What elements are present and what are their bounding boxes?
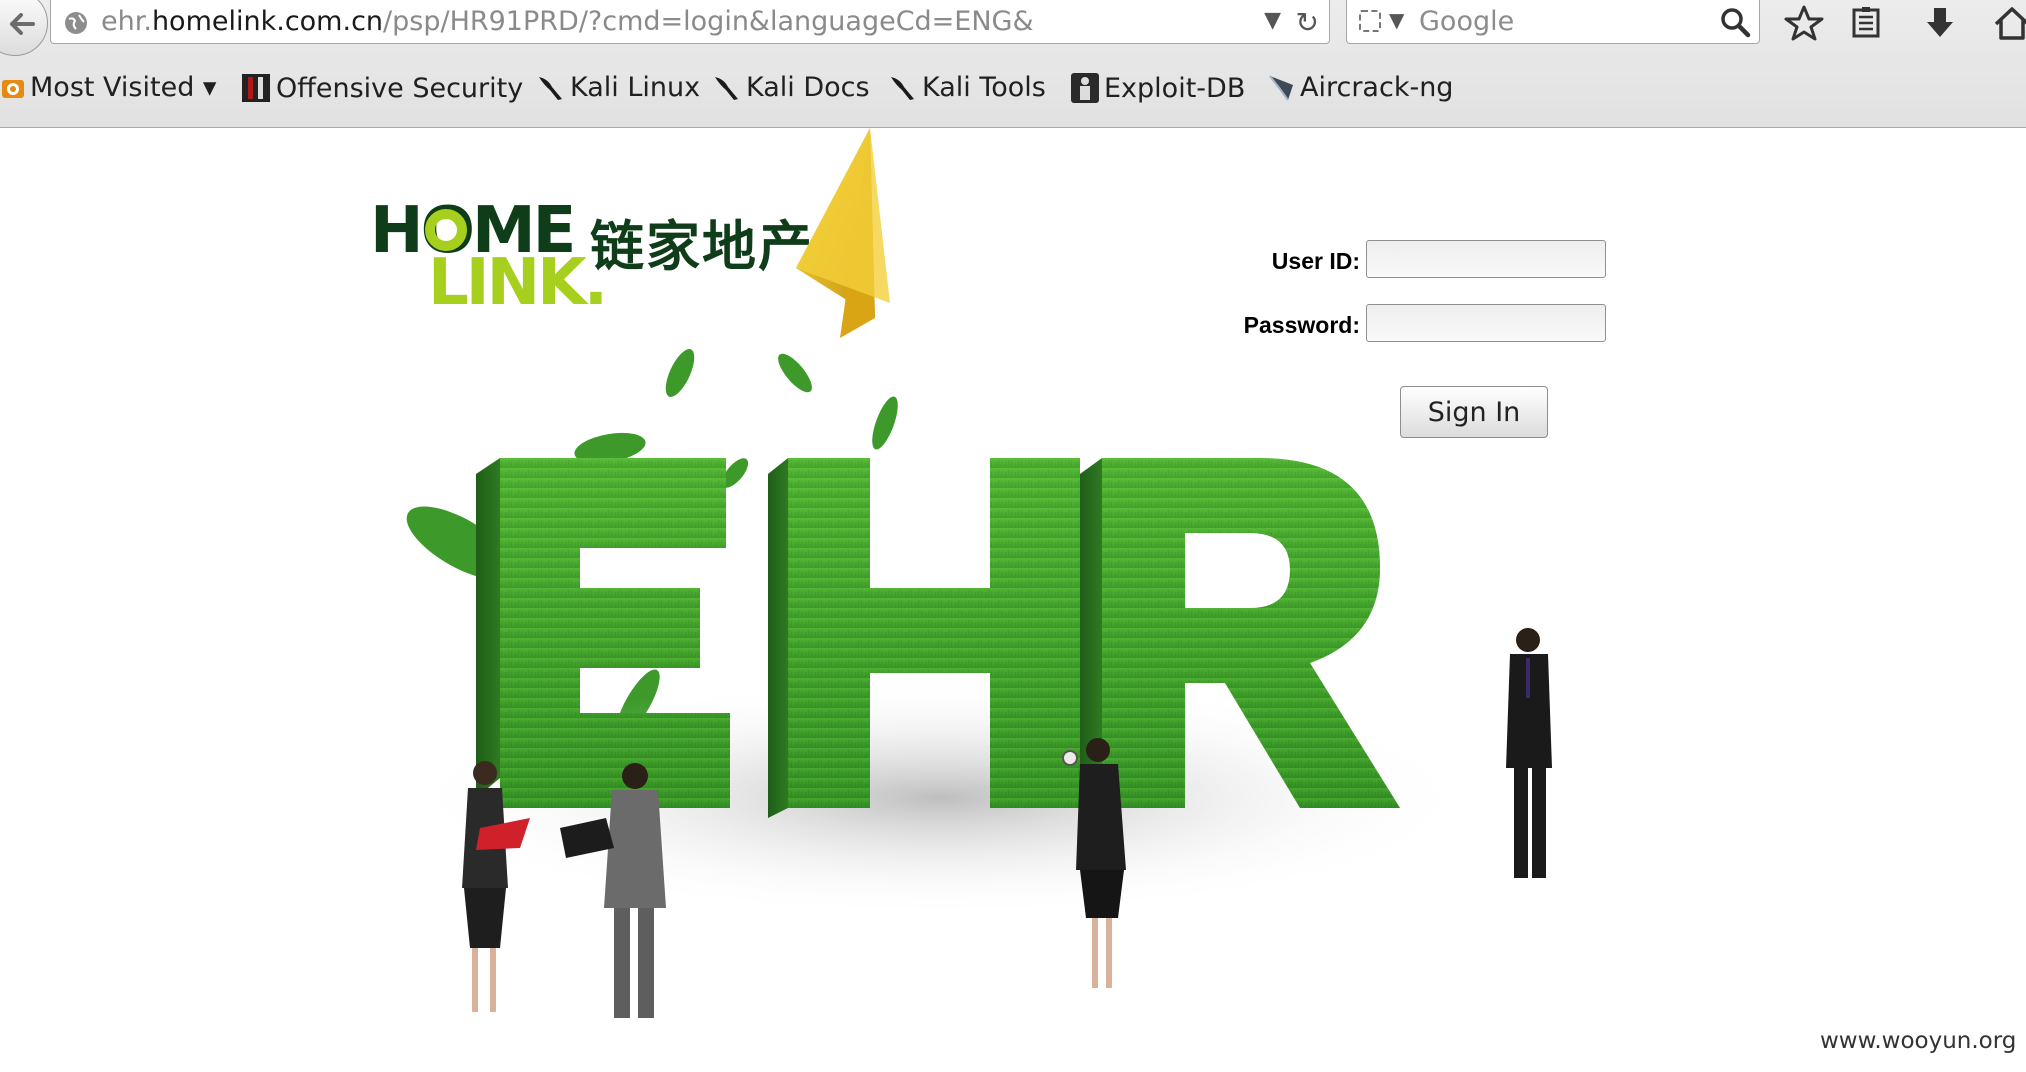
most-visited-icon	[2, 79, 24, 98]
bookmark-label: Exploit-DB	[1104, 72, 1246, 104]
watermark-text: www.wooyun.org	[1820, 1028, 2017, 1054]
bookmark-kali-linux[interactable]: Kali Linux	[536, 72, 700, 103]
bookmark-most-visited[interactable]: Most Visited ▾	[0, 72, 216, 103]
kali-dragon-icon	[891, 76, 914, 100]
bookmark-label: Most Visited ▾	[30, 72, 217, 103]
bookmark-label: Aircrack-ng	[1300, 72, 1454, 103]
login-form: User ID: Password:	[1200, 218, 1620, 408]
bookmark-kali-tools[interactable]: Kali Tools	[888, 72, 1046, 103]
url-text[interactable]: ehr.homelink.com.cn/psp/HR91PRD/?cmd=log…	[101, 6, 1034, 37]
url-prefix: ehr.	[101, 6, 152, 37]
url-bar[interactable]: ehr.homelink.com.cn/psp/HR91PRD/?cmd=log…	[50, 0, 1330, 44]
bookmark-aircrack-ng[interactable]: Aircrack-ng	[1266, 72, 1453, 103]
back-arrow-icon	[10, 13, 35, 35]
back-button[interactable]	[0, 0, 48, 56]
page-content: HOME LINK. 链家地产 User ID: Password: Sign …	[0, 128, 2026, 1072]
search-engine-icon[interactable]	[1359, 10, 1381, 32]
bookmark-label: Kali Docs	[746, 72, 870, 103]
person-man-phone	[1506, 628, 1552, 878]
bookmark-offensive-security[interactable]: Offensive Security	[240, 72, 523, 104]
url-path: /psp/HR91PRD/?cmd=login&languageCd=ENG&	[383, 6, 1034, 37]
reload-icon[interactable]: ↻	[1296, 6, 1319, 39]
search-engine-dropdown-icon[interactable]: ▼	[1389, 8, 1404, 32]
bookmark-exploit-db[interactable]: Exploit-DB	[1070, 72, 1245, 104]
url-host: homelink.com.cn	[151, 6, 384, 37]
sign-in-button[interactable]: Sign In	[1400, 386, 1548, 438]
kali-dragon-icon	[539, 76, 562, 100]
password-input[interactable]	[1366, 304, 1606, 342]
download-arrow-icon[interactable]	[1920, 4, 1960, 42]
site-identity-icon[interactable]	[63, 10, 89, 36]
search-icon[interactable]	[1719, 6, 1751, 38]
bookmark-label: Kali Tools	[922, 72, 1046, 103]
kali-dragon-icon	[715, 76, 738, 100]
home-icon[interactable]	[1992, 4, 2026, 42]
bookmarks-list-icon[interactable]	[1846, 4, 1886, 42]
bookmark-label: Kali Linux	[570, 72, 701, 103]
offensive-security-icon	[242, 74, 270, 102]
userid-input[interactable]	[1366, 240, 1606, 278]
exploit-db-icon	[1071, 73, 1099, 103]
bookmark-kali-docs[interactable]: Kali Docs	[712, 72, 870, 103]
password-label: Password:	[1243, 312, 1360, 338]
url-history-dropdown-icon[interactable]: ▼	[1264, 8, 1281, 33]
bookmark-label: Offensive Security	[276, 72, 524, 104]
search-placeholder: Google	[1419, 6, 1515, 37]
search-bar[interactable]: ▼ Google	[1346, 0, 1760, 44]
aircrack-icon	[1269, 74, 1293, 101]
bookmark-star-icon[interactable]	[1784, 4, 1824, 42]
paper-plane-graphic	[796, 128, 890, 338]
browser-toolbar: ehr.homelink.com.cn/psp/HR91PRD/?cmd=log…	[0, 0, 2026, 128]
userid-label: User ID:	[1271, 248, 1360, 274]
